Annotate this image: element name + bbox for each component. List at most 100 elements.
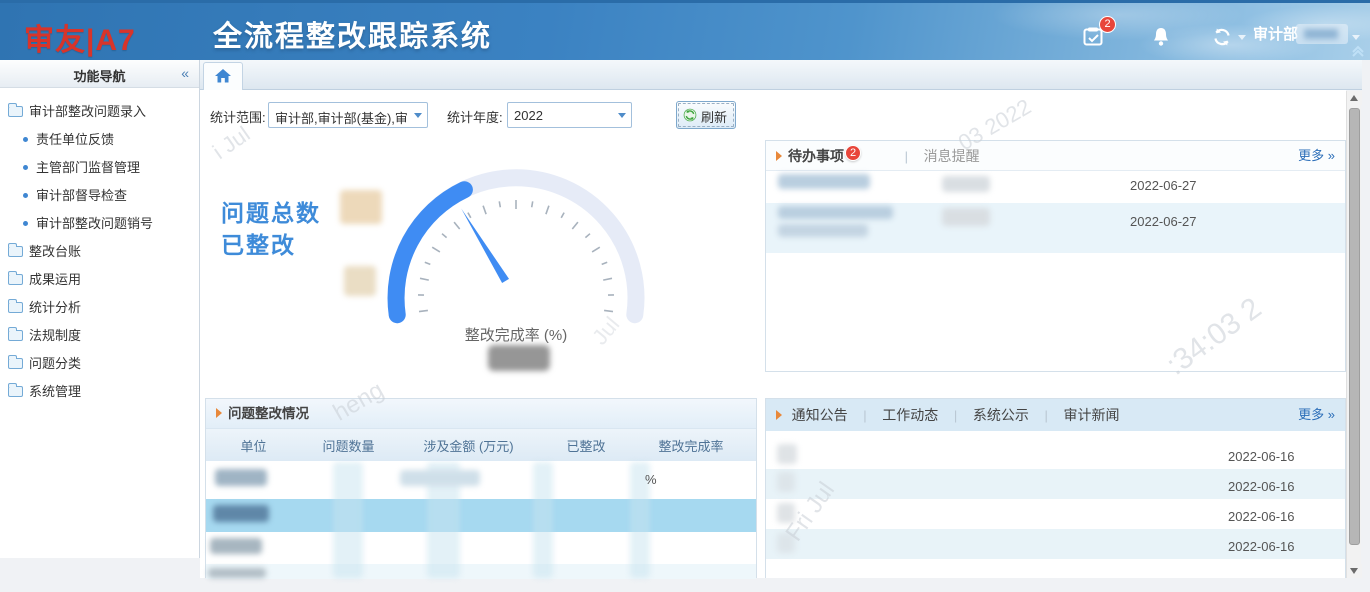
scope-label: 统计范围: <box>210 107 266 126</box>
censored-unit-name <box>215 469 267 486</box>
total-problems-label: 问题总数 <box>221 194 321 228</box>
user-menu-caret-icon[interactable] <box>1352 35 1360 40</box>
folder-icon <box>8 358 23 369</box>
app-header: 审友|A7 全流程整改跟踪系统 2 审计部 <box>0 0 1370 60</box>
tab-home[interactable] <box>203 62 243 90</box>
tab-notices[interactable]: 通知公告 <box>792 407 848 423</box>
notice-more-link[interactable]: 更多 » <box>1298 399 1335 431</box>
todo-date: 2022-06-27 <box>1130 178 1197 193</box>
table-panel-title: 问题整改情况 <box>228 406 309 421</box>
sidebar-item-cancellation[interactable]: 审计部整改问题销号 <box>0 210 199 238</box>
tab-messages[interactable]: 消息提醒 <box>924 148 980 164</box>
sidebar-item-supervision[interactable]: 主管部门监督管理 <box>0 154 199 182</box>
scroll-down-button[interactable] <box>1347 564 1362 578</box>
bullet-icon <box>23 193 28 198</box>
rectified-label: 已整改 <box>221 226 296 260</box>
scrollbar-thumb[interactable] <box>1349 108 1360 545</box>
notice-date: 2022-06-16 <box>1228 509 1295 524</box>
refresh-green-icon <box>683 108 697 122</box>
sidebar-item-classification[interactable]: 问题分类 <box>0 350 199 378</box>
folder-icon <box>8 274 23 285</box>
todo-panel-header: 待办事项2 | 消息提醒 更多 » <box>766 141 1345 171</box>
refresh-icon[interactable] <box>1212 27 1232 50</box>
sidebar-item-inspection[interactable]: 审计部督导检查 <box>0 182 199 210</box>
notice-panel-header: 通知公告 | 工作动态 | 系统公示 | 审计新闻 更多 » <box>766 399 1345 431</box>
censored-notice-text <box>777 472 795 492</box>
folder-icon <box>8 106 23 117</box>
tab-audit-news[interactable]: 审计新闻 <box>1064 407 1120 423</box>
year-label: 统计年度: <box>447 107 503 126</box>
folder-icon <box>8 302 23 313</box>
app-logo: 审友|A7 <box>24 15 136 59</box>
censored-todo-text <box>942 208 990 226</box>
app-window: 审友|A7 全流程整改跟踪系统 2 审计部 功能导航 « 审计部整改问题录入 责… <box>0 0 1370 592</box>
sidebar-item-statistics[interactable]: 统计分析 <box>0 294 199 322</box>
sidebar-collapse-icon[interactable]: « <box>181 65 189 81</box>
page-title: 全流程整改跟踪系统 <box>213 13 492 55</box>
folder-icon <box>8 386 23 397</box>
censored-unit-name <box>208 568 266 578</box>
sidebar-item-system[interactable]: 系统管理 <box>0 378 199 406</box>
bullet-icon <box>23 221 28 226</box>
censored-gauge-value <box>488 345 550 371</box>
bell-icon[interactable] <box>1152 27 1170 50</box>
rectification-table-panel: 问题整改情况 单位 问题数量 涉及金额 (万元) 已整改 整改完成率 <box>205 398 757 578</box>
notice-date: 2022-06-16 <box>1228 479 1295 494</box>
table-row[interactable] <box>206 564 756 579</box>
censored-notice-text <box>777 444 797 464</box>
censored-notice-text <box>777 503 795 523</box>
year-select[interactable]: 2022 <box>507 102 632 128</box>
table-row[interactable] <box>206 532 756 564</box>
panel-arrow-icon <box>776 151 782 161</box>
separator: | <box>954 408 957 423</box>
separator: | <box>905 149 908 164</box>
sidebar-item-entry[interactable]: 审计部整改问题录入 <box>0 98 199 126</box>
scroll-up-button[interactable] <box>1347 91 1362 105</box>
col-unit: 单位 <box>206 436 301 455</box>
sidebar-item-regulations[interactable]: 法规制度 <box>0 322 199 350</box>
sidebar-nav: 审计部整改问题录入 责任单位反馈 主管部门监督管理 审计部督导检查 审计部整改问… <box>0 98 199 406</box>
tab-todo[interactable]: 待办事项 <box>788 148 844 164</box>
scope-select[interactable]: 审计部,审计部(基金),审计 <box>268 102 428 128</box>
todo-date: 2022-06-27 <box>1130 214 1197 229</box>
censored-notice-text <box>777 533 795 553</box>
tab-work-updates[interactable]: 工作动态 <box>882 407 938 423</box>
table-panel-header: 问题整改情况 <box>206 399 756 429</box>
bullet-icon <box>23 137 28 142</box>
censored-todo-text <box>778 224 868 237</box>
refresh-caret-icon[interactable] <box>1238 35 1246 40</box>
table-row-selected[interactable] <box>206 499 756 532</box>
sidebar-item-feedback[interactable]: 责任单位反馈 <box>0 126 199 154</box>
chevron-down-icon <box>414 113 422 118</box>
home-icon <box>215 69 231 83</box>
col-problem-count: 问题数量 <box>301 436 396 455</box>
censor-smudge <box>1304 29 1338 39</box>
censored-amount <box>400 470 480 486</box>
censored-column <box>533 462 553 578</box>
main-scrollbar[interactable] <box>1346 91 1361 578</box>
bullet-icon <box>23 165 28 170</box>
separator: | <box>1045 408 1048 423</box>
todo-more-link[interactable]: 更多 » <box>1298 141 1335 171</box>
censored-unit-name <box>210 538 262 554</box>
folder-icon <box>8 330 23 341</box>
tab-system-announcements[interactable]: 系统公示 <box>973 407 1029 423</box>
collapse-panel-icon[interactable] <box>1351 44 1365 61</box>
sidebar-title: 功能导航 <box>0 66 199 85</box>
folder-icon <box>8 246 23 257</box>
separator: | <box>863 408 866 423</box>
censored-todo-text <box>942 176 990 192</box>
todo-count-badge: 2 <box>1099 16 1116 33</box>
user-name-censored[interactable] <box>1296 24 1348 44</box>
table-row[interactable] <box>206 461 756 499</box>
todo-badge: 2 <box>845 145 861 161</box>
censored-todo-text <box>778 206 893 219</box>
refresh-button[interactable]: 刷新 <box>676 101 736 129</box>
censored-todo-text <box>778 174 870 189</box>
col-completion-rate: 整改完成率 <box>631 436 751 455</box>
sidebar-item-ledger[interactable]: 整改台账 <box>0 238 199 266</box>
notice-date: 2022-06-16 <box>1228 449 1295 464</box>
sidebar-header: 功能导航 « <box>0 60 199 88</box>
sidebar-item-results[interactable]: 成果运用 <box>0 266 199 294</box>
panel-arrow-icon <box>216 408 222 418</box>
